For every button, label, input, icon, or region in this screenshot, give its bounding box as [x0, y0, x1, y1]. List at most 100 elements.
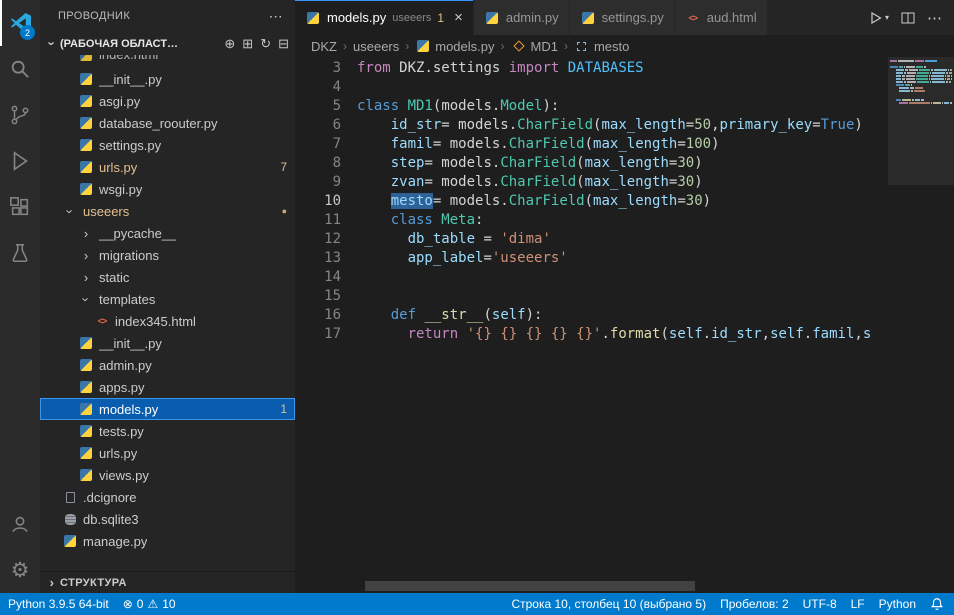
tree-item-dcignore[interactable]: .dcignore	[40, 486, 295, 508]
vscode-logo-icon[interactable]: 2	[0, 0, 40, 46]
close-icon[interactable]: ×	[454, 9, 463, 26]
tree-item-asgi-py[interactable]: asgi.py	[40, 90, 295, 112]
python-version[interactable]: Python 3.9.5 64-bit	[8, 597, 109, 611]
code-line-8[interactable]: 8 step= models.CharField(max_length=30)	[295, 154, 954, 173]
settings-gear-icon[interactable]: ⚙	[0, 547, 40, 593]
tree-item-useeers[interactable]: ›useeers●	[40, 200, 295, 222]
tree-item-index345-html[interactable]: <>index345.html	[40, 310, 295, 332]
problems-indicator[interactable]: ⊗ 0 ⚠ 10	[123, 597, 176, 611]
testing-icon[interactable]	[0, 230, 40, 276]
tree-item-label: views.py	[99, 468, 149, 483]
breadcrumb-mesto[interactable]: mesto	[574, 39, 629, 54]
chevron-down-icon: ›	[63, 203, 78, 219]
breadcrumb-useeers[interactable]: useeers	[353, 39, 399, 54]
code-editor[interactable]: 3from DKZ.settings import DATABASES45cla…	[295, 57, 954, 593]
outline-section-header[interactable]: › СТРУКТУРА	[40, 571, 295, 593]
minimap[interactable]	[888, 57, 954, 593]
code-line-7[interactable]: 7 famil= models.CharField(max_length=100…	[295, 135, 954, 154]
tree-item-tests-py[interactable]: tests.py	[40, 420, 295, 442]
collapse-folders-icon[interactable]: ⊟	[278, 36, 289, 52]
tree-item-label: __pycache__	[99, 226, 176, 241]
code-line-16[interactable]: 16 def __str__(self):	[295, 306, 954, 325]
tree-item-wsgi-py[interactable]: wsgi.py	[40, 178, 295, 200]
tree-item-templates[interactable]: ›templates	[40, 288, 295, 310]
activity-bar: 2 ⚙	[0, 0, 40, 593]
more-actions-icon[interactable]: ⋯	[269, 8, 283, 25]
tree-item-label: admin.py	[99, 358, 152, 373]
tree-item-pycache[interactable]: › __pycache__	[40, 222, 295, 244]
encoding[interactable]: UTF-8	[803, 597, 837, 611]
tree-item-manage-py[interactable]: manage.py	[40, 530, 295, 552]
chevron-down-icon: ▾	[885, 13, 889, 22]
tree-item-apps-py[interactable]: apps.py	[40, 376, 295, 398]
tab-settings-py[interactable]: settings.py	[570, 0, 675, 35]
tree-item-migrations[interactable]: ›migrations	[40, 244, 295, 266]
breadcrumb-models-py[interactable]: models.py	[415, 39, 494, 54]
line-number: 5	[295, 97, 341, 116]
new-file-icon[interactable]: ⊕	[224, 36, 235, 52]
code-line-17[interactable]: 17 return '{} {} {} {} {}'.format(self.i…	[295, 325, 954, 344]
tree-item-urls-py[interactable]: urls.py	[40, 442, 295, 464]
tree-item-database-roouter-py[interactable]: database_roouter.py	[40, 112, 295, 134]
breadcrumb-label: MD1	[531, 39, 558, 54]
run-and-debug-icon[interactable]	[0, 138, 40, 184]
notifications-bell-icon[interactable]	[930, 597, 944, 611]
tree-item-init-py[interactable]: __init__.py	[40, 68, 295, 90]
chevron-right-icon: ›	[78, 248, 94, 263]
line-number: 17	[295, 325, 341, 344]
code-line-5[interactable]: 5class MD1(models.Model):	[295, 97, 954, 116]
minimap-line	[890, 78, 952, 80]
tree-item-label: apps.py	[99, 380, 145, 395]
account-icon[interactable]	[0, 501, 40, 547]
more-actions-icon[interactable]: ⋯	[927, 9, 942, 27]
workspace-section-label: (РАБОЧАЯ ОБЛАСТЬ) ...	[60, 38, 180, 50]
code-line-9[interactable]: 9 zvan= models.CharField(max_length=30)	[295, 173, 954, 192]
breadcrumb-dkz[interactable]: DKZ	[311, 39, 337, 54]
chevron-right-icon: ›	[78, 226, 94, 241]
refresh-icon[interactable]: ↻	[260, 36, 271, 52]
breadcrumb-md1[interactable]: MD1	[511, 39, 558, 54]
cursor-position[interactable]: Строка 10, столбец 10 (выбрано 5)	[511, 597, 706, 611]
tree-item-static[interactable]: ›static	[40, 266, 295, 288]
language-mode[interactable]: Python	[879, 597, 916, 611]
tab-admin-py[interactable]: admin.py	[474, 0, 570, 35]
line-number: 4	[295, 78, 341, 97]
py-file-icon	[78, 139, 94, 151]
tree-item-settings-py[interactable]: settings.py	[40, 134, 295, 156]
code-line-14[interactable]: 14	[295, 268, 954, 287]
source-control-icon[interactable]	[0, 92, 40, 138]
new-folder-icon[interactable]: ⊞	[242, 36, 253, 52]
tab-aud-html[interactable]: <>aud.html	[675, 0, 768, 35]
code-line-12[interactable]: 12 db_table = 'dima'	[295, 230, 954, 249]
tree-item-init-py[interactable]: __init__.py	[40, 332, 295, 354]
sidebar-header: ПРОВОДНИК ⋯	[40, 0, 295, 32]
run-python-file-icon[interactable]: ▾	[869, 11, 889, 25]
code-line-3[interactable]: 3from DKZ.settings import DATABASES	[295, 59, 954, 78]
tree-item-label: templates	[99, 292, 155, 307]
tab-label: models.py	[327, 10, 386, 25]
extensions-icon[interactable]	[0, 184, 40, 230]
code-line-10[interactable]: 10 mesto= models.CharField(max_length=30…	[295, 192, 954, 211]
code-line-6[interactable]: 6 id_str= models.CharField(max_length=50…	[295, 116, 954, 135]
code-line-15[interactable]: 15	[295, 287, 954, 306]
line-number: 3	[295, 59, 341, 78]
code-text: return '{} {} {} {} {}'.format(self.id_s…	[357, 325, 871, 344]
horizontal-scrollbar[interactable]	[365, 581, 695, 591]
code-line-13[interactable]: 13 app_label='useeers'	[295, 249, 954, 268]
tree-item-admin-py[interactable]: admin.py	[40, 354, 295, 376]
code-text: class Meta:	[357, 211, 483, 230]
tree-item-index-html[interactable]: index.html	[40, 55, 295, 68]
tree-item-urls-py[interactable]: urls.py7	[40, 156, 295, 178]
indentation-setting[interactable]: Пробелов: 2	[720, 597, 789, 611]
tree-item-db-sqlite3[interactable]: db.sqlite3	[40, 508, 295, 530]
tree-item-models-py[interactable]: models.py1	[40, 398, 295, 420]
search-icon[interactable]	[0, 46, 40, 92]
code-line-11[interactable]: 11 class Meta:	[295, 211, 954, 230]
tree-item-label: manage.py	[83, 534, 147, 549]
code-line-4[interactable]: 4	[295, 78, 954, 97]
eol-setting[interactable]: LF	[851, 597, 865, 611]
tree-item-views-py[interactable]: views.py	[40, 464, 295, 486]
split-editor-icon[interactable]	[901, 11, 915, 25]
tab-models-py[interactable]: models.pyuseeers1×	[295, 0, 474, 35]
workspace-section-header[interactable]: › (РАБОЧАЯ ОБЛАСТЬ) ... ⊕ ⊞ ↻ ⊟	[40, 32, 295, 55]
